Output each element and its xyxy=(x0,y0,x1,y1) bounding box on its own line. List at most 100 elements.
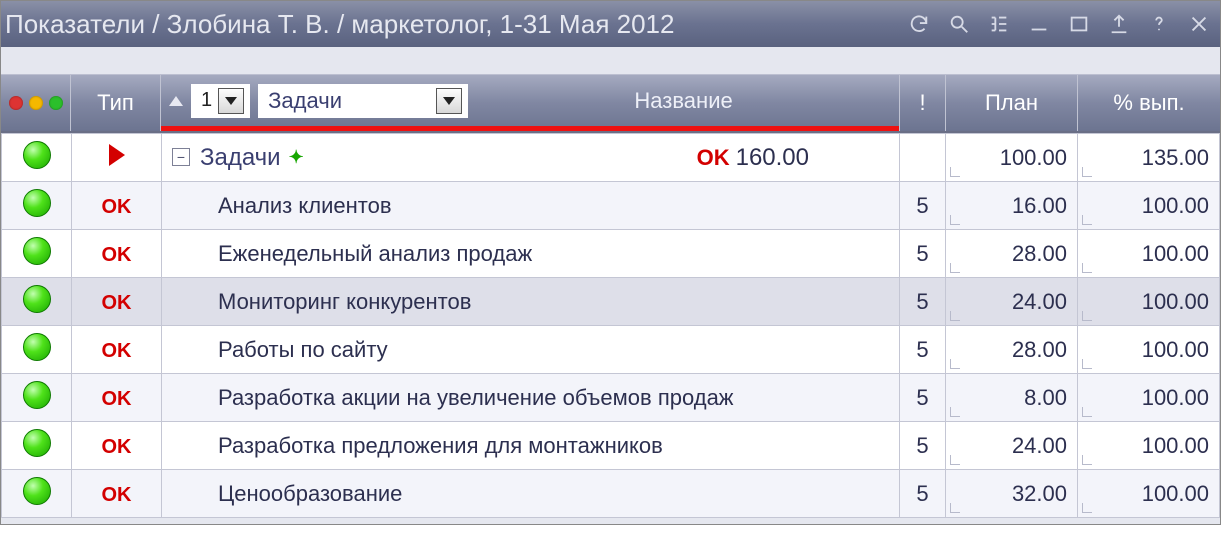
status-green-icon xyxy=(23,333,51,361)
help-icon[interactable] xyxy=(1148,13,1170,35)
name-cell[interactable]: Ценообразование xyxy=(162,470,900,518)
search-icon[interactable] xyxy=(948,13,970,35)
column-headers: Тип 1 Задачи Название ! План % вып. xyxy=(1,75,1220,133)
plan-cell: 16.00 xyxy=(946,182,1078,230)
refresh-icon[interactable] xyxy=(908,13,930,35)
table-row-parent[interactable]: − Задачи ✦ OK 160.00 100.00 135.00 xyxy=(2,134,1220,182)
tree-icon[interactable] xyxy=(988,13,1010,35)
name-cell[interactable]: Мониторинг конкурентов xyxy=(162,278,900,326)
pct-cell: 100.00 xyxy=(1078,182,1220,230)
status-cell xyxy=(2,134,72,182)
toolbar-spacer xyxy=(1,47,1220,75)
ok-badge: OK xyxy=(102,436,132,458)
header-name: 1 Задачи Название xyxy=(161,75,900,131)
table-row[interactable]: OK Еженедельный анализ продаж 5 28.00 10… xyxy=(2,230,1220,278)
type-cell: OK xyxy=(72,422,162,470)
priority-cell xyxy=(900,134,946,182)
pct-cell: 100.00 xyxy=(1078,422,1220,470)
collapse-toggle[interactable]: − xyxy=(172,148,190,166)
priority-cell: 5 xyxy=(900,182,946,230)
pct-cell: 100.00 xyxy=(1078,470,1220,518)
type-cell: OK xyxy=(72,470,162,518)
status-cell xyxy=(2,230,72,278)
name-cell[interactable]: Разработка акции на увеличение объемов п… xyxy=(162,374,900,422)
name-cell[interactable]: − Задачи ✦ OK 160.00 xyxy=(162,134,900,182)
parent-label: Задачи xyxy=(200,144,281,172)
ok-badge: OK xyxy=(697,145,730,171)
export-icon[interactable] xyxy=(1108,13,1130,35)
plan-cell: 24.00 xyxy=(946,422,1078,470)
plan-cell: 24.00 xyxy=(946,278,1078,326)
type-cell: OK xyxy=(72,326,162,374)
chevron-down-icon[interactable] xyxy=(436,88,462,114)
add-icon[interactable]: ✦ xyxy=(289,147,304,168)
header-pct[interactable]: % вып. xyxy=(1078,75,1220,131)
plan-cell: 100.00 xyxy=(946,134,1078,182)
status-green-icon xyxy=(23,381,51,409)
type-cell xyxy=(72,134,162,182)
name-cell[interactable]: Еженедельный анализ продаж xyxy=(162,230,900,278)
header-name-label[interactable]: Название xyxy=(476,88,891,114)
ok-badge: OK xyxy=(102,388,132,410)
status-green-icon xyxy=(23,477,51,505)
status-green-icon xyxy=(23,189,51,217)
status-cell xyxy=(2,374,72,422)
status-cell xyxy=(2,278,72,326)
play-icon xyxy=(109,144,125,166)
header-status[interactable] xyxy=(1,75,71,131)
traffic-light-icon xyxy=(9,96,63,110)
priority-cell: 5 xyxy=(900,422,946,470)
status-green-icon xyxy=(23,285,51,313)
parent-value: 160.00 xyxy=(736,144,889,172)
table-row[interactable]: OK Работы по сайту 5 28.00 100.00 xyxy=(2,326,1220,374)
sort-asc-icon[interactable] xyxy=(169,96,183,106)
titlebar: Показатели / Злобина Т. В. / маркетолог,… xyxy=(1,1,1220,47)
header-type[interactable]: Тип xyxy=(71,75,161,131)
sort-index-select[interactable]: 1 xyxy=(191,84,250,118)
pct-cell: 100.00 xyxy=(1078,374,1220,422)
type-cell: OK xyxy=(72,374,162,422)
table-row[interactable]: OK Мониторинг конкурентов 5 24.00 100.00 xyxy=(2,278,1220,326)
pct-cell: 100.00 xyxy=(1078,230,1220,278)
ok-badge: OK xyxy=(102,292,132,314)
table-row[interactable]: OK Ценообразование 5 32.00 100.00 xyxy=(2,470,1220,518)
ok-badge: OK xyxy=(102,340,132,362)
row-name: Мониторинг конкурентов xyxy=(172,289,889,315)
status-green-icon xyxy=(23,141,51,169)
minimize-icon[interactable] xyxy=(1028,13,1050,35)
ok-badge: OK xyxy=(102,484,132,506)
active-sort-indicator xyxy=(161,126,899,131)
priority-cell: 5 xyxy=(900,326,946,374)
status-green-icon xyxy=(23,237,51,265)
table-row[interactable]: OK Анализ клиентов 5 16.00 100.00 xyxy=(2,182,1220,230)
name-cell[interactable]: Работы по сайту xyxy=(162,326,900,374)
row-name: Разработка предложения для монтажников xyxy=(172,433,889,459)
window-title: Показатели / Злобина Т. В. / маркетолог,… xyxy=(5,9,908,40)
table-row[interactable]: OK Разработка предложения для монтажнико… xyxy=(2,422,1220,470)
category-select[interactable]: Задачи xyxy=(258,84,468,118)
name-cell[interactable]: Разработка предложения для монтажников xyxy=(162,422,900,470)
close-icon[interactable] xyxy=(1188,13,1210,35)
pct-cell: 135.00 xyxy=(1078,134,1220,182)
status-green-icon xyxy=(23,429,51,457)
ok-badge: OK xyxy=(102,244,132,266)
maximize-icon[interactable] xyxy=(1068,13,1090,35)
row-name: Еженедельный анализ продаж xyxy=(172,241,889,267)
chevron-down-icon[interactable] xyxy=(218,88,244,114)
status-cell xyxy=(2,422,72,470)
name-cell[interactable]: Анализ клиентов xyxy=(162,182,900,230)
type-cell: OK xyxy=(72,182,162,230)
header-priority[interactable]: ! xyxy=(900,75,946,131)
titlebar-actions xyxy=(908,13,1210,35)
app-window: Показатели / Злобина Т. В. / маркетолог,… xyxy=(0,0,1221,525)
table-row[interactable]: OK Разработка акции на увеличение объемо… xyxy=(2,374,1220,422)
row-name: Анализ клиентов xyxy=(172,193,889,219)
header-plan[interactable]: План xyxy=(946,75,1078,131)
pct-cell: 100.00 xyxy=(1078,278,1220,326)
data-grid: − Задачи ✦ OK 160.00 100.00 135.00 OK Ан… xyxy=(1,133,1220,518)
type-cell: OK xyxy=(72,278,162,326)
type-cell: OK xyxy=(72,230,162,278)
plan-cell: 28.00 xyxy=(946,326,1078,374)
plan-cell: 28.00 xyxy=(946,230,1078,278)
priority-cell: 5 xyxy=(900,278,946,326)
